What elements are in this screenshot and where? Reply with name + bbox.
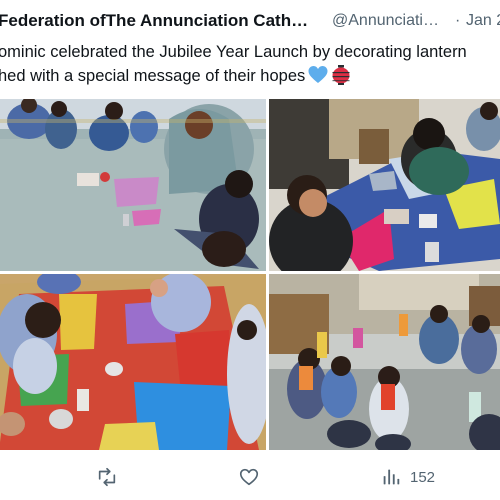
- retweet-icon: [98, 467, 116, 487]
- separator-dot: ·: [455, 12, 461, 29]
- views-button[interactable]: 152: [380, 464, 435, 490]
- tweet-text-line-1: ominic celebrated the Jubilee Year Launc…: [0, 43, 467, 61]
- tweet-text-line-2-text: hed with a special message of their hope…: [0, 67, 306, 85]
- retweet-button[interactable]: [96, 464, 118, 490]
- blue-heart-icon: [308, 66, 328, 83]
- tweet-text: ominic celebrated the Jubilee Year Launc…: [0, 40, 500, 88]
- photo-children-at-table-with-paper[interactable]: [269, 99, 500, 271]
- author-name[interactable]: Federation ofThe Annunciation Cath…: [0, 11, 308, 31]
- tweet-actions: 152: [0, 458, 500, 498]
- media-grid: [0, 99, 500, 450]
- post-date[interactable]: Jan 2: [466, 12, 500, 30]
- tweet-text-line-2: hed with a special message of their hope…: [0, 64, 500, 88]
- author-handle[interactable]: @Annunciati…: [332, 12, 439, 30]
- heart-icon: [239, 468, 259, 486]
- views-count: 152: [410, 468, 436, 486]
- photo-children-decorating-on-floor[interactable]: [0, 99, 266, 271]
- tweet-header: Federation ofThe Annunciation Cath… @Ann…: [0, 10, 500, 36]
- red-lantern-icon: [332, 65, 350, 85]
- like-button[interactable]: [238, 464, 260, 490]
- photo-children-holding-lanterns[interactable]: [269, 274, 500, 450]
- views-icon: [383, 469, 400, 485]
- photo-children-on-red-mat[interactable]: [0, 274, 266, 450]
